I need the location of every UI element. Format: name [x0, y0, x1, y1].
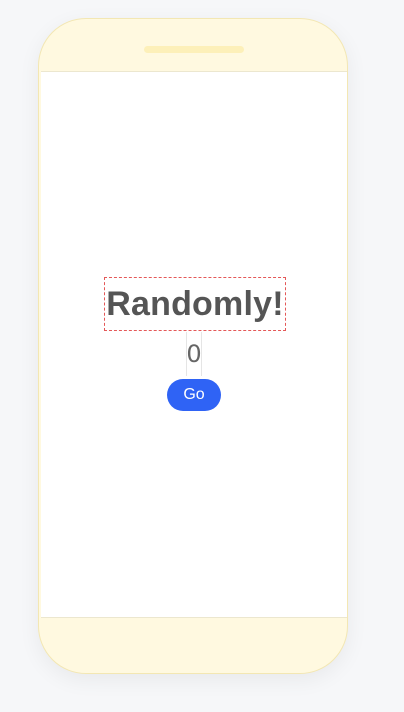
- random-number-display: 0: [186, 332, 202, 376]
- phone-frame: Randomly! 0 Go: [38, 18, 348, 674]
- speaker-grille: [144, 46, 244, 53]
- phone-screen: Randomly! 0 Go: [41, 71, 347, 618]
- go-button[interactable]: Go: [167, 379, 221, 411]
- app-title: Randomly!: [104, 277, 286, 331]
